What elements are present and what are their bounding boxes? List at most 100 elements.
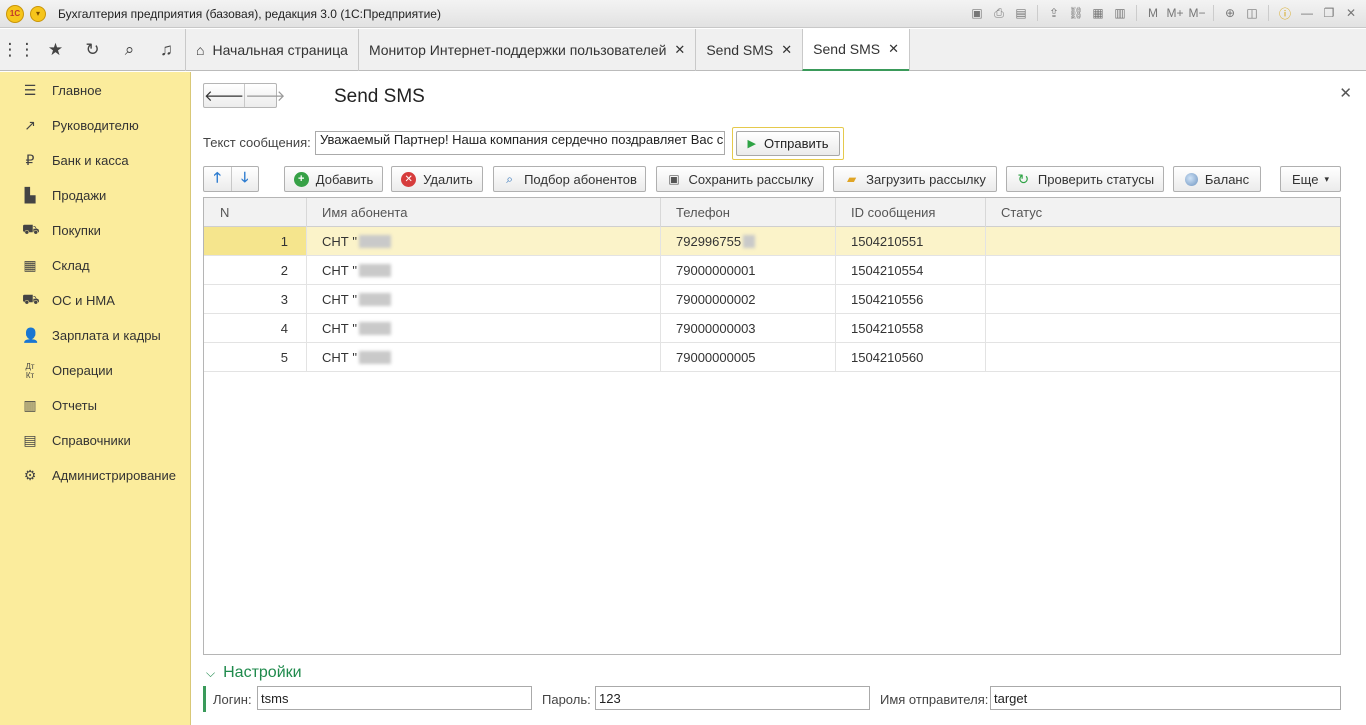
sidebar-item-assets[interactable]: ⛟ ОС и НМА <box>0 283 190 318</box>
balance-button[interactable]: Баланс <box>1173 166 1261 192</box>
close-icon[interactable]: ✕ <box>1339 84 1352 102</box>
name-text: СНТ " <box>322 349 357 365</box>
password-field[interactable]: 123 <box>595 686 870 710</box>
move-down-icon[interactable]: 🡓 <box>230 167 259 191</box>
sidebar-item-main[interactable]: ☰ Главное <box>0 73 190 108</box>
cell-id: 1504210551 <box>836 227 986 255</box>
sidebar-item-operations[interactable]: Дт Кт Операции <box>0 353 190 388</box>
sidebar-item-manager[interactable]: ↗ Руководителю <box>0 108 190 143</box>
table-row[interactable]: 4 СНТ " 79000000003 1504210558 <box>204 314 1340 343</box>
save-mailing-button[interactable]: ▣ Сохранить рассылку <box>656 166 824 192</box>
calculator-icon[interactable]: ▦ <box>1089 4 1107 22</box>
close-icon[interactable]: ✕ <box>781 42 792 58</box>
cell-status <box>986 256 1340 284</box>
save-icon[interactable]: ▣ <box>968 4 986 22</box>
memory-m-icon[interactable]: M <box>1144 4 1162 22</box>
cell-phone: 792996755 <box>661 227 836 255</box>
cell-status <box>986 343 1340 371</box>
cell-phone: 79000000003 <box>661 314 836 342</box>
column-header-n[interactable]: N <box>204 198 307 227</box>
message-label: Текст сообщения: <box>203 135 311 150</box>
table-row[interactable]: 5 СНТ " 79000000005 1504210560 <box>204 343 1340 372</box>
apps-grid-icon[interactable]: ⋮⋮ <box>0 29 37 71</box>
restore-icon[interactable]: ❐ <box>1320 4 1338 22</box>
sidebar-item-purchases[interactable]: ⛟ Покупки <box>0 213 190 248</box>
close-icon[interactable]: ✕ <box>674 42 685 58</box>
send-sms-form: 🡐 🡒 Send SMS ✕ Текст сообщения: Уважаемы… <box>192 72 1358 725</box>
redacted-mark <box>358 292 391 306</box>
search-icon[interactable]: ⌕ <box>111 29 148 71</box>
message-input[interactable]: Уважаемый Партнер! Наша компания сердечн… <box>315 131 725 155</box>
pick-subscribers-button[interactable]: ⌕ Подбор абонентов <box>493 166 646 192</box>
table-row[interactable]: 2 СНТ " 79000000001 1504210554 <box>204 256 1340 285</box>
forward-arrow-icon[interactable]: 🡒 <box>244 84 285 107</box>
redacted-mark <box>743 234 756 248</box>
delete-icon: ✕ <box>401 171 417 187</box>
history-icon[interactable]: ↻ <box>74 29 111 71</box>
info-icon[interactable]: ⓘ <box>1276 4 1294 22</box>
column-header-id[interactable]: ID сообщения <box>836 198 986 227</box>
cell-status <box>986 227 1340 255</box>
history-nav: 🡐 🡒 <box>203 83 285 108</box>
export-icon[interactable]: ⇪ <box>1045 4 1063 22</box>
back-arrow-icon[interactable]: 🡐 <box>204 84 244 107</box>
preview-icon[interactable]: ▤ <box>1012 4 1030 22</box>
add-button-label: Добавить <box>315 171 374 187</box>
cell-n: 2 <box>204 256 307 284</box>
panel-icon[interactable]: ◫ <box>1243 4 1261 22</box>
more-button[interactable]: Еще ▾ <box>1280 166 1341 192</box>
memory-minus-icon[interactable]: M− <box>1188 4 1206 22</box>
settings-accent-bar <box>203 686 206 712</box>
cell-name: СНТ " <box>307 256 661 284</box>
tab-send-sms-1[interactable]: Send SMS ✕ <box>695 29 802 71</box>
main-menu-icon[interactable]: ▾ <box>30 5 46 22</box>
sidebar-item-sales[interactable]: ▙ Продажи <box>0 178 190 213</box>
memory-plus-icon[interactable]: M+ <box>1166 4 1184 22</box>
sidebar-item-warehouse[interactable]: ▦ Склад <box>0 248 190 283</box>
sidebar-item-reports[interactable]: ▥ Отчеты <box>0 388 190 423</box>
login-label: Логин: <box>213 692 252 707</box>
bar-chart-icon: ▥ <box>23 397 37 413</box>
tab-support-monitor[interactable]: Монитор Интернет-поддержки пользователей… <box>357 29 695 71</box>
login-field[interactable]: tsms <box>257 686 532 710</box>
favorites-star-icon[interactable]: ★ <box>37 29 74 71</box>
table-row[interactable]: 3 СНТ " 79000000002 1504210556 <box>204 285 1340 314</box>
tab-send-sms-2[interactable]: Send SMS ✕ <box>802 29 910 71</box>
sidebar-item-references[interactable]: ▤ Справочники <box>0 423 190 458</box>
app-logo-icon: 1С <box>6 4 24 23</box>
settings-group-toggle[interactable]: ⌵ Настройки <box>206 664 302 682</box>
cell-name: СНТ " <box>307 285 661 313</box>
calendar-icon[interactable]: ▥ <box>1111 4 1129 22</box>
sidebar-item-bank[interactable]: ₽ Банк и касса <box>0 143 190 178</box>
send-button[interactable]: ▶ Отправить <box>736 131 840 156</box>
close-window-icon[interactable]: ✕ <box>1342 4 1360 22</box>
sidebar-item-salary[interactable]: 👤 Зарплата и кадры <box>0 318 190 353</box>
move-up-icon[interactable]: 🡑 <box>204 167 231 191</box>
save-icon: ▣ <box>668 172 680 186</box>
minimize-icon[interactable]: — <box>1298 4 1316 22</box>
add-button[interactable]: + Добавить <box>284 166 383 192</box>
delete-button[interactable]: ✕ Удалить <box>391 166 483 192</box>
sender-field[interactable]: target <box>990 686 1341 710</box>
column-header-status[interactable]: Статус <box>986 198 1340 227</box>
zoom-icon[interactable]: ⊕ <box>1221 4 1239 22</box>
bell-icon[interactable]: ♫ <box>148 29 185 71</box>
load-mailing-button[interactable]: ▰ Загрузить рассылку <box>833 166 997 192</box>
column-header-phone[interactable]: Телефон <box>661 198 836 227</box>
column-header-name[interactable]: Имя абонента <box>307 198 661 227</box>
home-icon: ⌂ <box>196 42 205 58</box>
table-row[interactable]: 1 СНТ " 792996755 1504210551 <box>204 227 1340 256</box>
pick-button-label: Подбор абонентов <box>524 171 637 187</box>
print-icon[interactable]: ⎙ <box>990 4 1008 22</box>
sidebar-item-label: Зарплата и кадры <box>52 328 161 343</box>
books-icon: ▤ <box>23 432 37 448</box>
close-icon[interactable]: ✕ <box>888 41 899 57</box>
check-statuses-button[interactable]: ↻ Проверить статусы <box>1006 166 1164 192</box>
cell-n: 4 <box>204 314 307 342</box>
link-icon[interactable]: ⛓ <box>1067 4 1085 22</box>
balance-button-label: Баланс <box>1204 171 1250 187</box>
sidebar-item-admin[interactable]: ⚙ Администрирование <box>0 458 190 493</box>
sidebar-item-label: Администрирование <box>52 468 176 483</box>
tab-home[interactable]: ⌂ Начальная страница <box>185 29 358 71</box>
sidebar-item-label: ОС и НМА <box>52 293 115 308</box>
